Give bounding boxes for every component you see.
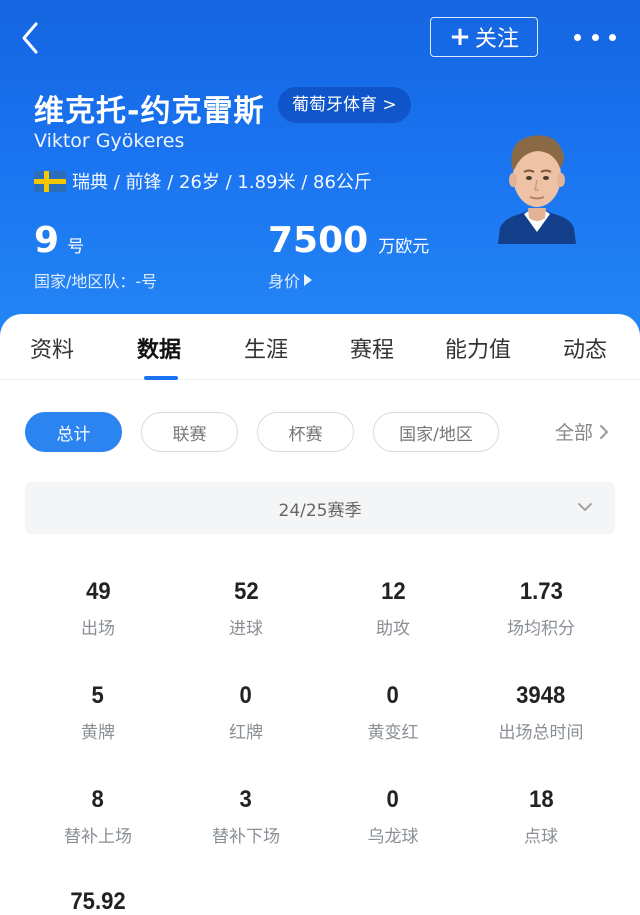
- chip-national[interactable]: 国家/地区: [373, 412, 499, 452]
- stat-second-yellow: 0 黄变红: [319, 682, 467, 743]
- shirt-number: 9 号: [34, 220, 84, 261]
- shirt-number-unit: 号: [67, 237, 85, 257]
- back-icon: [22, 22, 38, 54]
- stat-value: 18: [528, 786, 554, 813]
- tab-career[interactable]: 生涯: [244, 332, 288, 364]
- active-tab-indicator: [144, 376, 178, 380]
- play-triangle-icon: [304, 274, 313, 286]
- season-selector[interactable]: 24/25赛季: [25, 482, 615, 534]
- tab-bar: 资料 数据 生涯 赛程 能力值 动态: [0, 314, 640, 380]
- stat-points-per-game: 1.73 场均积分: [467, 578, 615, 639]
- more-icon: [574, 33, 581, 41]
- stat-label: 乌龙球: [367, 827, 419, 847]
- stat-red-cards: 0 红牌: [172, 682, 320, 743]
- stat-label: 出场总时间: [498, 723, 584, 743]
- all-filter-label: 全部: [555, 422, 594, 444]
- player-header: + 关注 维克托-约克雷斯 葡萄牙体育 > Viktor Gyökeres 瑞典…: [0, 0, 640, 340]
- all-filter-link[interactable]: 全部: [555, 418, 609, 445]
- stat-label: 出场: [81, 619, 115, 639]
- stat-value: 0: [239, 682, 253, 709]
- shirt-number-value: 9: [34, 220, 60, 261]
- stat-label: 红牌: [229, 723, 263, 743]
- tab-profile[interactable]: 资料: [30, 332, 74, 364]
- stat-value: 75.92: [70, 888, 126, 915]
- stat-value: 52: [233, 578, 259, 605]
- club-link[interactable]: 葡萄牙体育 >: [278, 87, 411, 123]
- stat-value: 49: [85, 578, 111, 605]
- market-value-link[interactable]: 身价: [268, 268, 313, 292]
- stat-label: 场均积分: [507, 619, 575, 639]
- chevron-right-icon: [600, 424, 609, 439]
- tab-ability[interactable]: 能力值: [445, 332, 511, 364]
- stat-label: 黄变红: [367, 723, 419, 743]
- player-meta: 瑞典 / 前锋 / 26岁 / 1.89米 / 86公斤: [34, 168, 372, 194]
- player-name-cn: 维克托-约克雷斯: [34, 94, 265, 129]
- stat-assists: 12 助攻: [319, 578, 467, 639]
- stat-value: 3948: [516, 682, 566, 709]
- player-avatar: [498, 135, 576, 244]
- content-panel: 资料 数据 生涯 赛程 能力值 动态 总计 联赛 杯赛 国家/地区 全部 24/…: [0, 314, 640, 915]
- more-button[interactable]: [574, 22, 616, 52]
- stat-label: 助攻: [376, 619, 410, 639]
- stat-value: 0: [386, 682, 400, 709]
- stat-value: 5: [91, 682, 105, 709]
- follow-label: 关注: [474, 27, 519, 52]
- stat-own-goals: 0 乌龙球: [319, 786, 467, 847]
- stat-value: 3: [239, 786, 253, 813]
- back-button[interactable]: [14, 18, 50, 58]
- market-value: 7500 万欧元: [268, 220, 429, 261]
- chevron-down-icon: [578, 503, 592, 511]
- player-meta-text: 瑞典 / 前锋 / 26岁 / 1.89米 / 86公斤: [72, 172, 372, 193]
- stat-yellow-cards: 5 黄牌: [24, 682, 172, 743]
- plus-icon: +: [449, 22, 471, 52]
- season-label: 24/25赛季: [278, 501, 362, 521]
- stat-value: 0: [386, 786, 400, 813]
- chip-cup[interactable]: 杯赛: [257, 412, 354, 452]
- stat-minutes-played: 3948 出场总时间: [467, 682, 615, 743]
- national-team: 国家/地区队：-号: [34, 272, 158, 291]
- tab-schedule[interactable]: 赛程: [350, 332, 394, 364]
- stat-partial: 75.92: [24, 888, 172, 915]
- stat-label: 黄牌: [81, 723, 115, 743]
- stat-label: 替补下场: [212, 827, 280, 847]
- stat-label: 点球: [524, 827, 558, 847]
- chip-league[interactable]: 联赛: [141, 412, 238, 452]
- stat-appearances: 49 出场: [24, 578, 172, 639]
- player-name-en: Viktor Gyökeres: [34, 130, 185, 152]
- tab-news[interactable]: 动态: [563, 332, 607, 364]
- stat-value: 1.73: [519, 578, 563, 605]
- filter-chips: 总计 联赛 杯赛 国家/地区 全部: [0, 412, 640, 452]
- stat-label: 替补上场: [64, 827, 132, 847]
- stat-value: 12: [380, 578, 406, 605]
- market-value-label: 身价: [268, 272, 301, 291]
- stat-goals: 52 进球: [172, 578, 320, 639]
- sweden-flag-icon: [34, 170, 66, 192]
- stat-value: 8: [91, 786, 105, 813]
- market-value-number: 7500: [268, 220, 369, 261]
- market-value-unit: 万欧元: [378, 237, 430, 257]
- follow-button[interactable]: + 关注: [430, 17, 538, 57]
- chip-total[interactable]: 总计: [25, 412, 122, 452]
- tab-stats[interactable]: 数据: [137, 332, 181, 364]
- stat-sub-off: 3 替补下场: [172, 786, 320, 847]
- stat-sub-on: 8 替补上场: [24, 786, 172, 847]
- stat-label: 进球: [229, 619, 263, 639]
- stat-penalties: 18 点球: [467, 786, 615, 847]
